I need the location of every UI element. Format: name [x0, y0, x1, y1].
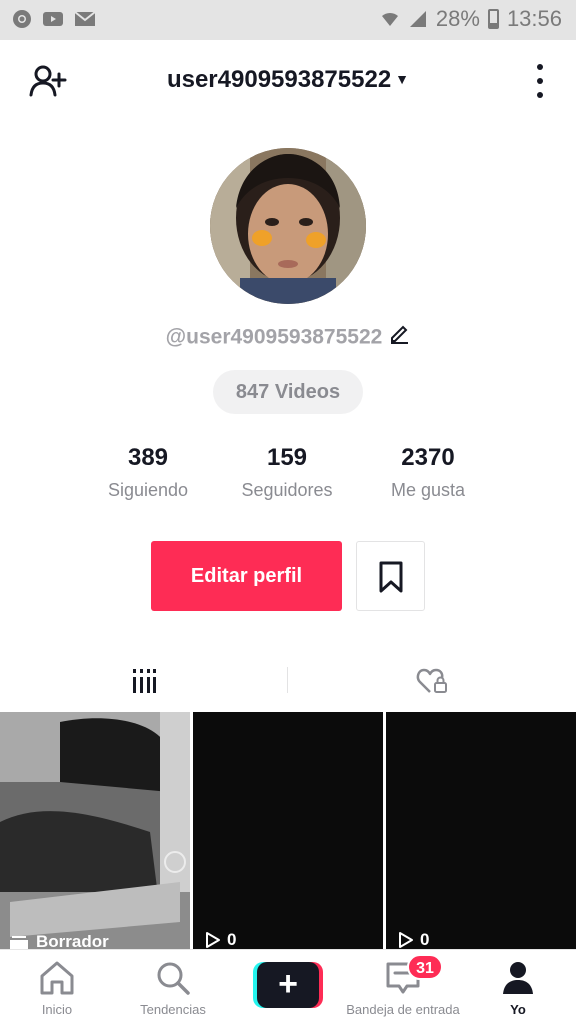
stat-label: Siguiendo	[107, 480, 189, 500]
bottom-navigation: Inicio Tendencias + Bandeja de entrada Y…	[0, 949, 576, 1024]
stat-likes[interactable]: 2370 Me gusta	[348, 444, 508, 501]
avatar[interactable]	[210, 148, 366, 304]
view-count: 0	[205, 930, 236, 950]
stat-following[interactable]: 389 Siguiendo	[68, 444, 228, 501]
profile-header: user4909593875522 ▼	[0, 40, 576, 120]
view-count-value: 0	[227, 930, 237, 949]
nav-discover[interactable]: Tendencias	[123, 950, 223, 1024]
notification-icons	[12, 9, 96, 29]
system-status: 28% 13:56	[380, 6, 562, 32]
view-count-value: 0	[420, 930, 430, 949]
nav-home[interactable]: Inicio	[12, 950, 102, 1024]
grid-item-video[interactable]: 0	[386, 712, 576, 952]
more-dot	[537, 92, 543, 98]
stat-followers[interactable]: 159 Seguidores	[207, 444, 367, 501]
status-bar: 28% 13:56	[0, 0, 576, 40]
mail-icon	[74, 11, 96, 26]
nav-label: Inicio	[41, 1002, 73, 1017]
plus-icon: +	[257, 962, 319, 1008]
video-grid: Borrador 0 0	[0, 712, 576, 952]
stat-value: 2370	[401, 444, 455, 471]
tab-liked[interactable]	[288, 652, 576, 712]
profile-handle[interactable]: @user4909593875522	[0, 324, 576, 352]
stat-label: Seguidores	[241, 480, 333, 500]
caret-down-icon: ▼	[395, 70, 410, 87]
create-button[interactable]: +	[253, 962, 323, 1008]
bookmark-icon	[379, 561, 403, 593]
signal-icon	[409, 11, 426, 27]
username-title: user4909593875522	[166, 66, 392, 93]
more-dot	[537, 64, 543, 70]
battery-percent: 28%	[435, 6, 480, 31]
tab-videos[interactable]	[0, 652, 288, 712]
nav-label: Bandeja de entrada	[346, 1002, 460, 1017]
more-dot	[537, 78, 543, 84]
grid-item-video[interactable]: 0	[193, 712, 383, 952]
wifi-icon	[381, 12, 398, 26]
profile-icon	[503, 962, 533, 994]
play-icon	[399, 932, 413, 948]
content-tabs	[0, 652, 576, 712]
youtube-icon	[43, 12, 63, 26]
videos-count-badge: 847 Videos	[213, 370, 363, 414]
stat-value: 159	[266, 444, 308, 471]
grid-item-draft[interactable]: Borrador	[0, 712, 190, 952]
account-switcher[interactable]: user4909593875522 ▼	[0, 66, 576, 94]
nav-label: Yo	[510, 1002, 526, 1017]
liked-private-icon	[416, 668, 447, 693]
edit-profile-button[interactable]: Editar perfil	[151, 541, 342, 611]
view-count: 0	[398, 930, 429, 950]
handle-text: @user4909593875522	[165, 325, 383, 349]
play-icon	[206, 932, 220, 948]
clock: 13:56	[506, 6, 562, 31]
favorites-button[interactable]	[356, 541, 425, 611]
drafts-icon	[10, 936, 28, 949]
more-options-button[interactable]	[532, 64, 548, 98]
draft-thumbnail	[0, 712, 190, 952]
battery-icon	[487, 9, 499, 29]
grid-icon	[133, 669, 156, 693]
inbox-badge: 31	[407, 954, 443, 980]
nav-profile[interactable]: Yo	[478, 950, 558, 1024]
nav-inbox[interactable]: Bandeja de entrada	[340, 950, 466, 1024]
profile-stats: 389 Siguiendo 159 Seguidores 2370 Me gus…	[0, 444, 576, 508]
home-icon	[40, 961, 74, 995]
avatar-image	[210, 148, 366, 304]
pencil-icon	[388, 322, 410, 350]
chrome-icon	[13, 10, 31, 28]
nav-label: Tendencias	[140, 1002, 206, 1017]
stat-value: 389	[127, 444, 169, 471]
search-icon	[157, 962, 190, 995]
stat-label: Me gusta	[390, 480, 466, 500]
